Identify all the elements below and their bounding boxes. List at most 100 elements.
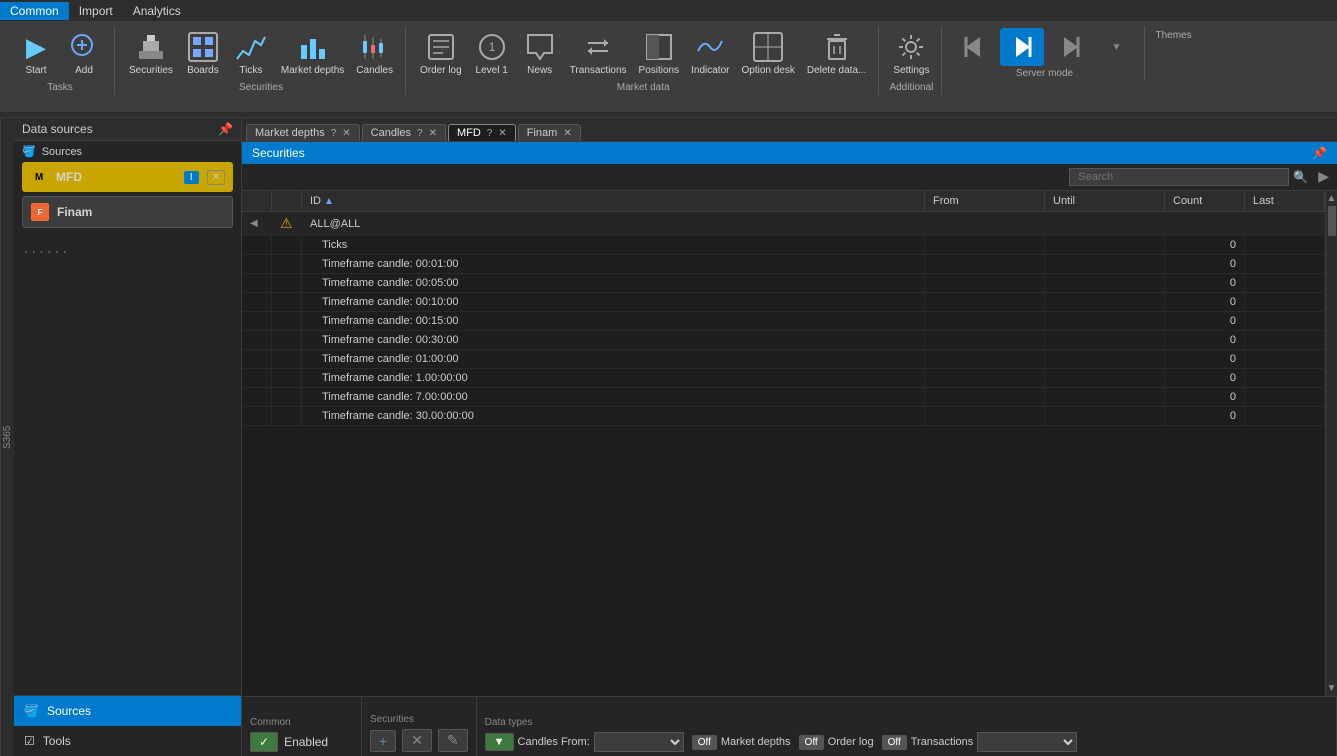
settings-button[interactable]: Settings — [889, 28, 933, 80]
add-security-button[interactable]: + — [370, 730, 396, 752]
table-row-tc4[interactable]: Timeframe candle: 00:15:00 0 — [242, 312, 1325, 331]
positions-label: Positions — [639, 65, 680, 77]
tab-finam[interactable]: Finam ✕ — [518, 124, 581, 141]
theme-next-button[interactable] — [1048, 28, 1092, 66]
search-input[interactable] — [1069, 168, 1289, 186]
pin-icon[interactable]: 📌 — [218, 122, 233, 136]
table-row-tc7[interactable]: Timeframe candle: 1.00:00:00 0 — [242, 369, 1325, 388]
tab-mfd-close[interactable]: ✕ — [498, 128, 506, 139]
th-from: From — [925, 191, 1045, 211]
order-log-button[interactable]: Order log — [416, 28, 466, 80]
finam-source-item[interactable]: F Finam — [22, 196, 233, 228]
menu-import[interactable]: Import — [69, 2, 123, 20]
delete-security-button[interactable]: ✕ — [402, 729, 432, 752]
common-label: Common — [250, 717, 353, 728]
td-expand-allall[interactable]: ◀ — [242, 212, 272, 235]
group-row-allall[interactable]: ◀ ⚠ ALL@ALL — [242, 212, 1325, 236]
add-button[interactable]: Add — [62, 28, 106, 80]
candles-from-select[interactable] — [594, 732, 684, 752]
delete-data-button[interactable]: Delete data... — [803, 28, 870, 80]
theme-current-button[interactable] — [1000, 28, 1044, 66]
enabled-toggle[interactable]: ✓ — [250, 732, 278, 752]
sidebar-sources-btn[interactable]: 🪣 Sources — [14, 696, 241, 726]
securities-buttons: Securities Boards Ticks — [125, 28, 397, 80]
td-warn-allall: ⚠ — [272, 212, 302, 235]
ticks-button[interactable]: Ticks — [229, 28, 273, 80]
tab-mfd-question[interactable]: ? — [487, 128, 493, 139]
mfd-source-item[interactable]: M MFD I ✕ — [22, 162, 233, 192]
scroll-down-icon[interactable]: ▼ — [1327, 683, 1337, 694]
news-label: News — [527, 65, 552, 77]
table-row-tc9[interactable]: Timeframe candle: 30.00:00:00 0 — [242, 407, 1325, 426]
start-button[interactable]: ▶ Start — [14, 28, 58, 80]
securities-header-title: Securities — [252, 146, 305, 160]
sidebar-tools-btn[interactable]: ☑ Tools — [14, 726, 241, 756]
start-label: Start — [25, 65, 46, 77]
candles-button[interactable]: Candles — [352, 28, 397, 80]
securities-bottom-content: + ✕ ✎ — [370, 729, 468, 752]
tab-candles-close[interactable]: ✕ — [429, 128, 437, 139]
tab-candles[interactable]: Candles ? ✕ — [362, 124, 446, 141]
tab-market-depths-close[interactable]: ✕ — [342, 128, 350, 139]
transactions-toggle[interactable]: Off — [882, 735, 907, 750]
ribbon-scroll-btn[interactable]: ▼ — [1096, 28, 1136, 66]
market-depths-button[interactable]: Market depths — [277, 28, 348, 80]
mfd-toggle[interactable]: I — [184, 171, 199, 184]
themes-group-label: Themes — [1155, 30, 1191, 41]
table-row-tc8[interactable]: Timeframe candle: 7.00:00:00 0 — [242, 388, 1325, 407]
add-icon — [68, 31, 100, 63]
positions-button[interactable]: Positions — [635, 28, 684, 80]
th-last: Last — [1245, 191, 1325, 211]
candles-toggle[interactable]: ▼ — [485, 733, 514, 751]
tab-candles-question[interactable]: ? — [417, 128, 423, 139]
th-id[interactable]: ID ▲ — [302, 191, 925, 211]
tab-finam-close[interactable]: ✕ — [563, 128, 571, 139]
table-row-tc1[interactable]: Timeframe candle: 00:01:00 0 — [242, 255, 1325, 274]
tab-finam-label: Finam — [527, 127, 558, 139]
right-scrollbar[interactable]: ▲ ▼ — [1325, 191, 1337, 696]
table-row-tc2[interactable]: Timeframe candle: 00:05:00 0 — [242, 274, 1325, 293]
tools-label: Tools — [43, 734, 71, 748]
menu-common[interactable]: Common — [0, 2, 69, 20]
level1-button[interactable]: 1 Level 1 — [470, 28, 514, 80]
order-log-toggle[interactable]: Off — [799, 735, 824, 750]
securities-button[interactable]: Securities — [125, 28, 177, 80]
menu-analytics[interactable]: Analytics — [123, 2, 191, 20]
td-count-allall — [1165, 212, 1245, 235]
option-desk-button[interactable]: Option desk — [737, 28, 798, 80]
td-warn-ticks — [272, 236, 302, 254]
table-row-tc3[interactable]: Timeframe candle: 00:10:00 0 — [242, 293, 1325, 312]
start-icon: ▶ — [20, 31, 52, 63]
scroll-up-icon[interactable]: ▲ — [1327, 193, 1337, 204]
table-row-tc6[interactable]: Timeframe candle: 01:00:00 0 — [242, 350, 1325, 369]
mfd-close[interactable]: ✕ — [207, 170, 225, 185]
tab-mfd[interactable]: MFD ? ✕ — [448, 124, 516, 141]
indicator-icon — [694, 31, 726, 63]
table-row-ticks[interactable]: Ticks 0 — [242, 236, 1325, 255]
scroll-track[interactable] — [1328, 206, 1336, 681]
td-name-allall: ALL@ALL — [302, 212, 925, 235]
finam-name: Finam — [57, 205, 224, 219]
tab-market-depths-question[interactable]: ? — [331, 128, 337, 139]
edit-security-button[interactable]: ✎ — [438, 729, 468, 752]
transactions-button[interactable]: Transactions — [566, 28, 631, 80]
theme-prev-button[interactable] — [952, 28, 996, 66]
market-depths-toggle[interactable]: Off — [692, 735, 717, 750]
boards-button[interactable]: Boards — [181, 28, 225, 80]
transactions-select[interactable] — [977, 732, 1077, 752]
securities-icon — [135, 31, 167, 63]
tab-market-depths[interactable]: Market depths ? ✕ — [246, 124, 360, 141]
ribbon-group-market-data: Order log 1 Level 1 News — [408, 26, 879, 95]
tasks-group-label: Tasks — [47, 82, 73, 93]
news-icon — [524, 31, 556, 63]
table-row-tc5[interactable]: Timeframe candle: 00:30:00 0 — [242, 331, 1325, 350]
transactions-icon — [582, 31, 614, 63]
vertical-tab-label[interactable]: S365 — [0, 118, 14, 756]
data-types-label: Data types — [485, 717, 1328, 728]
indicator-button[interactable]: Indicator — [687, 28, 733, 80]
common-content: ✓ Enabled — [250, 732, 353, 752]
securities-pin[interactable]: 📌 — [1312, 146, 1327, 160]
news-button[interactable]: News — [518, 28, 562, 80]
scroll-thumb[interactable] — [1328, 206, 1336, 236]
td-name-tc7: Timeframe candle: 1.00:00:00 — [302, 369, 925, 387]
